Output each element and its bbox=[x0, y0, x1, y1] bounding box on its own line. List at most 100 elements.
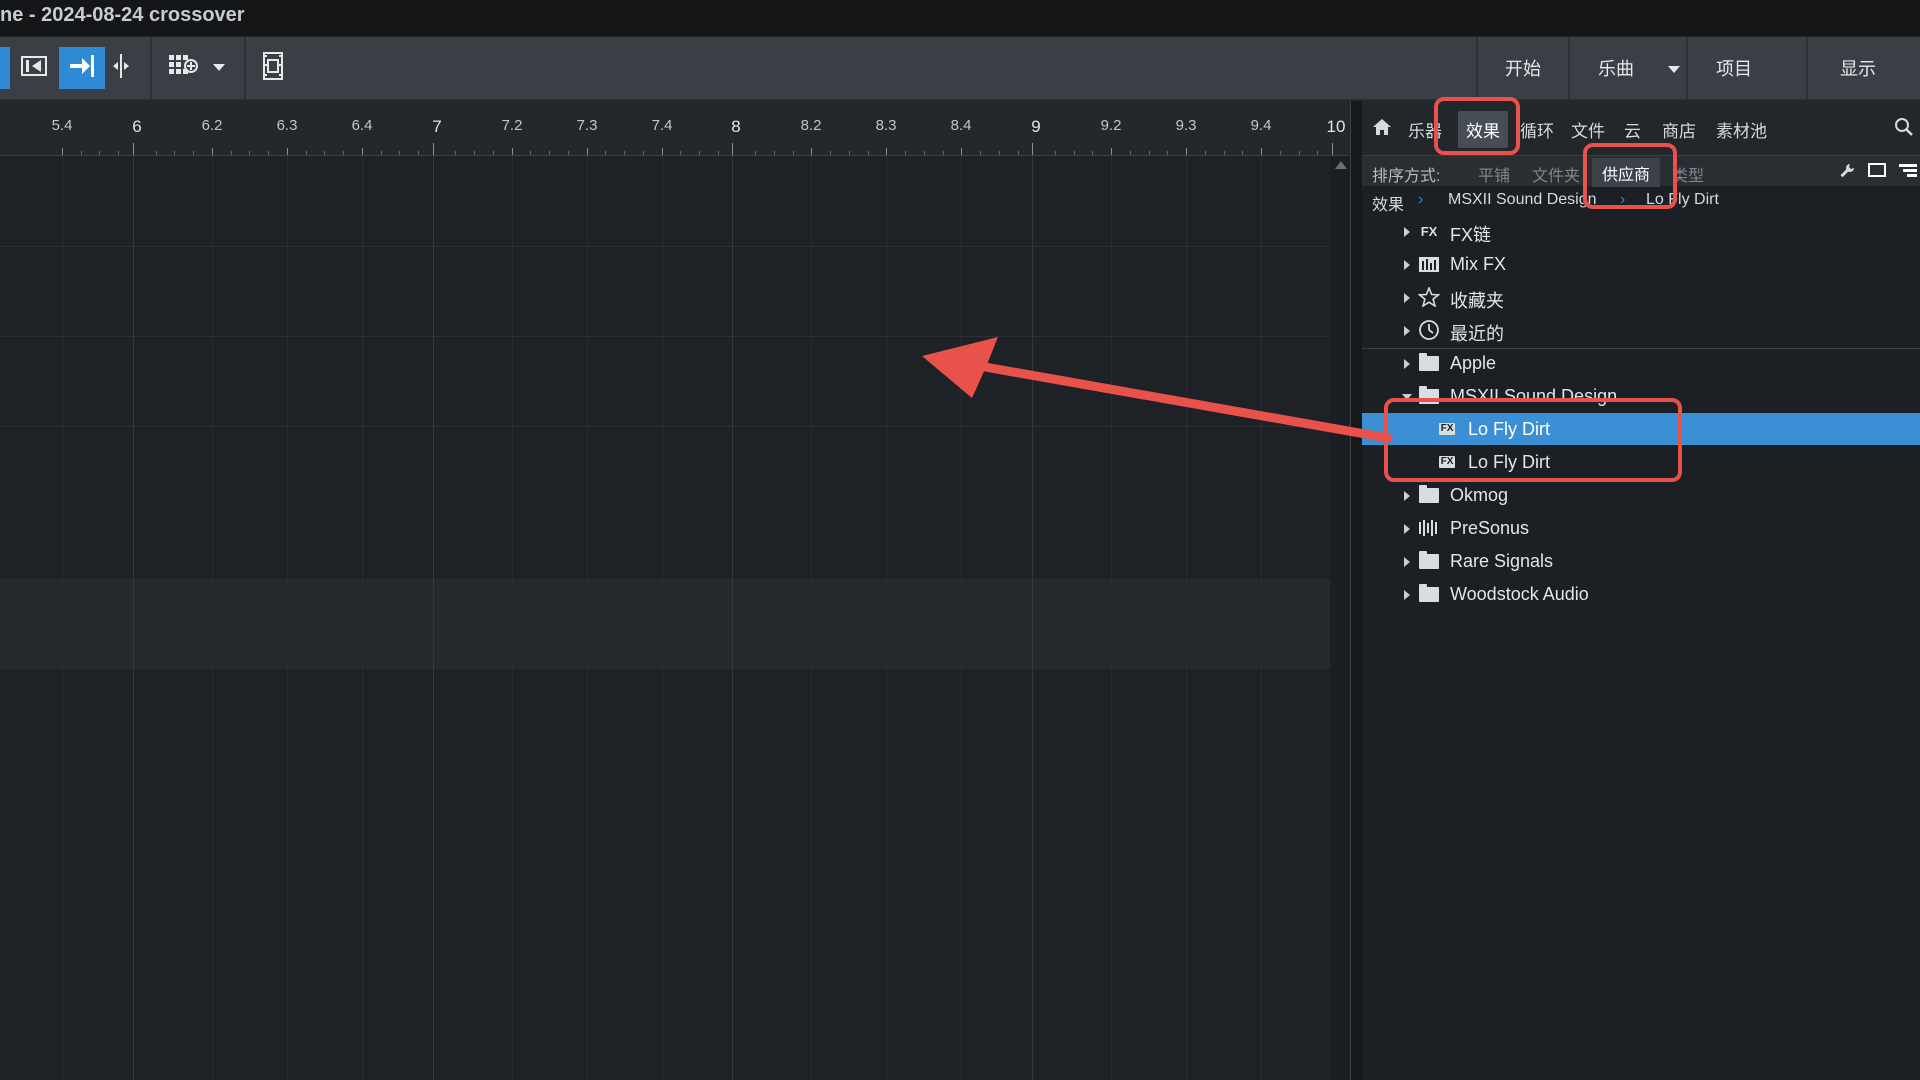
tree-item-label: Apple bbox=[1450, 353, 1497, 373]
ruler-label: 9 bbox=[1031, 117, 1041, 136]
ruler-label: 8.2 bbox=[800, 117, 822, 134]
ruler-subtick bbox=[905, 151, 906, 155]
tree-item-label: FX链 bbox=[1450, 225, 1492, 245]
nav-project-button[interactable]: 项目 bbox=[1688, 37, 1780, 99]
grid-line bbox=[886, 156, 887, 1080]
expand-arrow-icon[interactable] bbox=[1404, 359, 1410, 369]
ruler-subtick bbox=[643, 151, 644, 155]
tab-loops[interactable]: 循环 bbox=[1520, 117, 1554, 142]
ruler-subtick bbox=[549, 151, 550, 155]
folder-icon bbox=[1418, 583, 1440, 603]
ruler-subtick bbox=[1055, 151, 1056, 155]
tree-item-woodstock-audio[interactable]: Woodstock Audio bbox=[1362, 578, 1920, 610]
breadcrumb-vendor[interactable]: MSXII Sound Design bbox=[1448, 191, 1597, 209]
nav-song-button[interactable]: 乐曲 bbox=[1570, 37, 1662, 99]
tab-pool[interactable]: 素材池 bbox=[1716, 117, 1767, 142]
breadcrumb-effects[interactable]: 效果 bbox=[1372, 191, 1404, 215]
tree-item-rare-signals[interactable]: Rare Signals bbox=[1362, 545, 1920, 577]
ruler-subtick bbox=[530, 151, 531, 155]
nav-song-dropdown[interactable] bbox=[1662, 37, 1686, 99]
ruler-subtick bbox=[1280, 151, 1281, 155]
expand-arrow-icon[interactable] bbox=[1404, 524, 1410, 534]
ruler-label: 6.3 bbox=[276, 117, 298, 134]
tree-item-fx-chains[interactable]: FX FX链 bbox=[1362, 215, 1920, 247]
home-icon[interactable] bbox=[1372, 117, 1392, 142]
snap-button[interactable] bbox=[59, 47, 105, 89]
ruler-subtick bbox=[231, 151, 232, 155]
film-icon bbox=[262, 51, 284, 85]
tab-instruments[interactable]: 乐器 bbox=[1408, 117, 1442, 142]
breadcrumb-plugin[interactable]: Lo Fly Dirt bbox=[1646, 191, 1719, 209]
expand-arrow-icon[interactable] bbox=[1404, 590, 1410, 600]
expand-arrow-icon[interactable] bbox=[1404, 227, 1410, 237]
collapse-arrow-icon[interactable] bbox=[1402, 394, 1412, 400]
expand-arrow-icon[interactable] bbox=[1404, 326, 1410, 336]
grid-add-icon bbox=[167, 53, 201, 84]
dropdown-icon bbox=[212, 59, 226, 77]
sort-flat[interactable]: 平铺 bbox=[1478, 162, 1510, 186]
tab-files[interactable]: 文件 bbox=[1571, 117, 1605, 142]
presonus-icon bbox=[1418, 519, 1440, 537]
timeline-ruler[interactable]: 5.4 6 6.2 6.3 6.4 7 7.2 7.3 7.4 8 8.2 8.3 8.4 9 9.2 9.3… bbox=[0, 101, 1350, 156]
video-button[interactable] bbox=[258, 47, 288, 89]
sort-vendor[interactable]: 供应商 bbox=[1592, 158, 1661, 188]
ruler-tick bbox=[961, 148, 962, 155]
tree-item-favorites[interactable]: 收藏夹 bbox=[1362, 281, 1920, 313]
search-icon[interactable] bbox=[1894, 117, 1914, 142]
track-lane[interactable] bbox=[0, 579, 1330, 669]
ruler-subtick bbox=[830, 151, 831, 155]
ruler-subtick bbox=[568, 151, 569, 155]
tree-item-label: PreSonus bbox=[1450, 518, 1530, 538]
tool-edge-button[interactable] bbox=[0, 47, 10, 89]
expand-arrow-icon[interactable] bbox=[1404, 260, 1410, 270]
track-grid[interactable] bbox=[0, 156, 1333, 1080]
expand-arrow-icon[interactable] bbox=[1404, 491, 1410, 501]
ruler-subtick bbox=[1018, 151, 1019, 155]
scroll-up-icon[interactable] bbox=[1335, 161, 1347, 169]
sort-bar: 排序方式: 平铺 文件夹 供应商 类型 bbox=[1362, 156, 1920, 188]
ruler-label: 8.3 bbox=[875, 117, 897, 134]
ruler-subtick bbox=[605, 151, 606, 155]
tab-store[interactable]: 商店 bbox=[1662, 117, 1696, 142]
ruler-subtick bbox=[474, 151, 475, 155]
tree-item-msxii[interactable]: MSXII Sound Design bbox=[1362, 380, 1920, 412]
ruler-tick bbox=[287, 148, 288, 155]
loop-prev-icon bbox=[21, 55, 47, 82]
ruler-tick bbox=[662, 148, 663, 155]
vertical-scrollbar[interactable] bbox=[1330, 156, 1350, 1080]
tree-item-recent[interactable]: 最近的 bbox=[1362, 314, 1920, 346]
nav-show-button[interactable]: 显示 bbox=[1808, 37, 1908, 99]
tree-item-mix-fx[interactable]: Mix FX bbox=[1362, 248, 1920, 280]
grid-add-button[interactable] bbox=[164, 47, 204, 89]
ruler-subtick bbox=[1205, 151, 1206, 155]
expand-arrow-icon[interactable] bbox=[1404, 557, 1410, 567]
list-view-icon[interactable] bbox=[1898, 162, 1918, 183]
tab-cloud[interactable]: 云 bbox=[1624, 117, 1641, 142]
tree-item-presonus[interactable]: PreSonus bbox=[1362, 512, 1920, 544]
split-tool-button[interactable] bbox=[106, 47, 136, 89]
browser-panel: 乐器 效果 循环 文件 云 商店 素材池 排序方式: 平铺 文件夹 供应商 类型… bbox=[1362, 101, 1920, 1080]
grid-dropdown-button[interactable] bbox=[208, 47, 230, 89]
sort-folder[interactable]: 文件夹 bbox=[1532, 162, 1580, 186]
tab-effects[interactable]: 效果 bbox=[1458, 111, 1508, 148]
tree-item-label: Lo Fly Dirt bbox=[1468, 419, 1551, 439]
ruler-subtick bbox=[1242, 151, 1243, 155]
tree-item-apple[interactable]: Apple bbox=[1362, 347, 1920, 379]
window-title: ne - 2024-08-24 crossover bbox=[0, 4, 245, 26]
tree-item-okmog[interactable]: Okmog bbox=[1362, 479, 1920, 511]
window-icon[interactable] bbox=[1868, 162, 1886, 183]
ruler-subtick bbox=[774, 151, 775, 155]
fx-chain-icon: FX bbox=[1420, 223, 1438, 239]
ruler-subtick bbox=[849, 151, 850, 155]
expand-arrow-icon[interactable] bbox=[1404, 293, 1410, 303]
wrench-icon[interactable] bbox=[1838, 162, 1856, 185]
arrange-view[interactable]: 5.4 6 6.2 6.3 6.4 7 7.2 7.3 7.4 8 8.2 8.3 8.4 9 9.2 9.3… bbox=[0, 101, 1350, 1080]
sort-type[interactable]: 类型 bbox=[1672, 162, 1704, 186]
ruler-subtick bbox=[156, 151, 157, 155]
grid-line bbox=[512, 156, 513, 1080]
nav-start-button[interactable]: 开始 bbox=[1478, 37, 1568, 99]
mix-fx-icon bbox=[1418, 255, 1440, 273]
tree-item-lo-fly-dirt[interactable]: FX Lo Fly Dirt bbox=[1362, 446, 1920, 478]
loop-prev-button[interactable] bbox=[14, 47, 54, 89]
tree-item-lo-fly-dirt-selected[interactable]: FX Lo Fly Dirt bbox=[1362, 413, 1920, 445]
